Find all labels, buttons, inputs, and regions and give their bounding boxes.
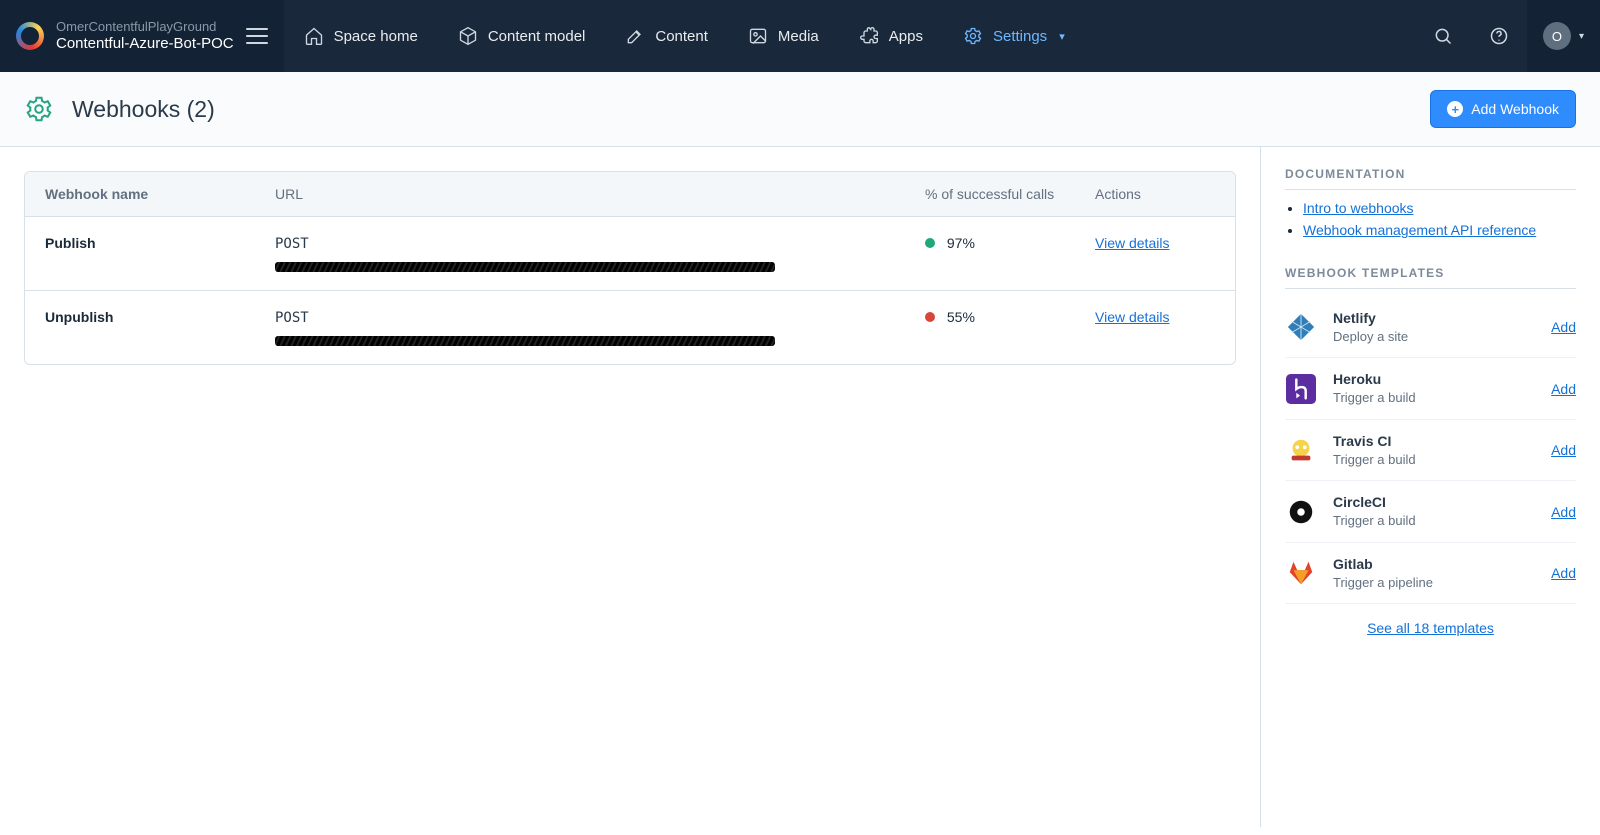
success-pct: 55% xyxy=(947,309,975,325)
template-desc: Trigger a build xyxy=(1333,451,1416,469)
help-icon xyxy=(1489,26,1509,46)
redacted-url xyxy=(275,336,775,346)
status-dot-green xyxy=(925,238,935,248)
travis-icon xyxy=(1285,434,1317,466)
cube-icon xyxy=(458,26,478,46)
webhooks-table: Webhook name URL % of successful calls A… xyxy=(24,171,1236,365)
search-button[interactable] xyxy=(1415,0,1471,72)
table-row: Unpublish POST 55% View details xyxy=(25,290,1235,364)
avatar: O xyxy=(1543,22,1571,50)
col-pct: % of successful calls xyxy=(925,186,1095,202)
heroku-icon xyxy=(1285,373,1317,405)
add-webhook-button[interactable]: + Add Webhook xyxy=(1430,90,1576,128)
http-method: POST xyxy=(275,310,309,326)
template-add-link[interactable]: Add xyxy=(1551,504,1576,520)
space-switcher[interactable]: OmerContentfulPlayGround Contentful-Azur… xyxy=(0,0,284,72)
success-pct: 97% xyxy=(947,235,975,251)
page-header: Webhooks (2) + Add Webhook xyxy=(0,72,1600,147)
template-gitlab: Gitlab Trigger a pipeline Add xyxy=(1285,543,1576,604)
documentation-list: Intro to webhooks Webhook management API… xyxy=(1285,200,1576,238)
table-header: Webhook name URL % of successful calls A… xyxy=(25,172,1235,216)
circleci-icon xyxy=(1285,496,1317,528)
top-nav: OmerContentfulPlayGround Contentful-Azur… xyxy=(0,0,1600,72)
chevron-down-icon: ▾ xyxy=(1059,30,1065,43)
template-name: Travis CI xyxy=(1333,432,1416,451)
status-dot-red xyxy=(925,312,935,322)
template-name: Heroku xyxy=(1333,370,1416,389)
template-circleci: CircleCI Trigger a build Add xyxy=(1285,481,1576,542)
nav-content[interactable]: Content xyxy=(605,0,728,72)
template-desc: Deploy a site xyxy=(1333,328,1408,346)
nav-settings[interactable]: Settings ▾ xyxy=(943,0,1085,72)
search-icon xyxy=(1433,26,1453,46)
nav-label: Space home xyxy=(334,28,418,45)
nav-space-home[interactable]: Space home xyxy=(284,0,438,72)
documentation-heading: DOCUMENTATION xyxy=(1285,167,1576,190)
sidebar: DOCUMENTATION Intro to webhooks Webhook … xyxy=(1260,147,1600,827)
user-menu[interactable]: O ▾ xyxy=(1527,0,1600,72)
settings-gear-icon xyxy=(24,94,54,124)
gitlab-icon xyxy=(1285,557,1317,589)
template-desc: Trigger a build xyxy=(1333,512,1416,530)
gear-icon xyxy=(963,26,983,46)
template-name: CircleCI xyxy=(1333,493,1416,512)
view-details-link[interactable]: View details xyxy=(1095,235,1169,251)
nav-links: Space home Content model Content Media A… xyxy=(284,0,1085,72)
nav-content-model[interactable]: Content model xyxy=(438,0,606,72)
org-name: OmerContentfulPlayGround xyxy=(56,19,234,35)
redacted-url xyxy=(275,262,775,272)
col-name: Webhook name xyxy=(45,186,275,202)
netlify-icon xyxy=(1285,311,1317,343)
space-name: Contentful-Azure-Bot-POC xyxy=(56,35,234,54)
template-add-link[interactable]: Add xyxy=(1551,442,1576,458)
webhook-name: Publish xyxy=(45,235,275,251)
template-heroku: Heroku Trigger a build Add xyxy=(1285,358,1576,419)
chevron-down-icon: ▾ xyxy=(1579,31,1584,42)
help-button[interactable] xyxy=(1471,0,1527,72)
template-netlify: Netlify Deploy a site Add xyxy=(1285,297,1576,358)
col-url: URL xyxy=(275,186,925,202)
menu-icon[interactable] xyxy=(246,28,268,44)
doc-link-api-ref[interactable]: Webhook management API reference xyxy=(1303,222,1536,238)
view-details-link[interactable]: View details xyxy=(1095,309,1169,325)
webhook-name: Unpublish xyxy=(45,309,275,325)
template-desc: Trigger a pipeline xyxy=(1333,574,1433,592)
edit-icon xyxy=(625,26,645,46)
nav-label: Content xyxy=(655,28,708,45)
template-add-link[interactable]: Add xyxy=(1551,565,1576,581)
nav-media[interactable]: Media xyxy=(728,0,839,72)
nav-apps[interactable]: Apps xyxy=(839,0,943,72)
nav-label: Content model xyxy=(488,28,586,45)
plus-icon: + xyxy=(1447,101,1463,117)
template-name: Netlify xyxy=(1333,309,1408,328)
col-actions: Actions xyxy=(1095,186,1215,202)
nav-label: Apps xyxy=(889,28,923,45)
doc-link-intro[interactable]: Intro to webhooks xyxy=(1303,200,1414,216)
templates-heading: WEBHOOK TEMPLATES xyxy=(1285,266,1576,289)
template-add-link[interactable]: Add xyxy=(1551,381,1576,397)
template-name: Gitlab xyxy=(1333,555,1433,574)
http-method: POST xyxy=(275,236,309,252)
see-all-templates-link[interactable]: See all 18 templates xyxy=(1367,620,1494,636)
add-webhook-label: Add Webhook xyxy=(1471,101,1559,117)
nav-label: Media xyxy=(778,28,819,45)
table-row: Publish POST 97% View details xyxy=(25,216,1235,290)
nav-label: Settings xyxy=(993,28,1047,45)
page-title: Webhooks (2) xyxy=(72,96,215,123)
contentful-logo xyxy=(16,22,44,50)
template-travis: Travis CI Trigger a build Add xyxy=(1285,420,1576,481)
image-icon xyxy=(748,26,768,46)
home-icon xyxy=(304,26,324,46)
template-desc: Trigger a build xyxy=(1333,389,1416,407)
puzzle-icon xyxy=(859,26,879,46)
template-add-link[interactable]: Add xyxy=(1551,319,1576,335)
